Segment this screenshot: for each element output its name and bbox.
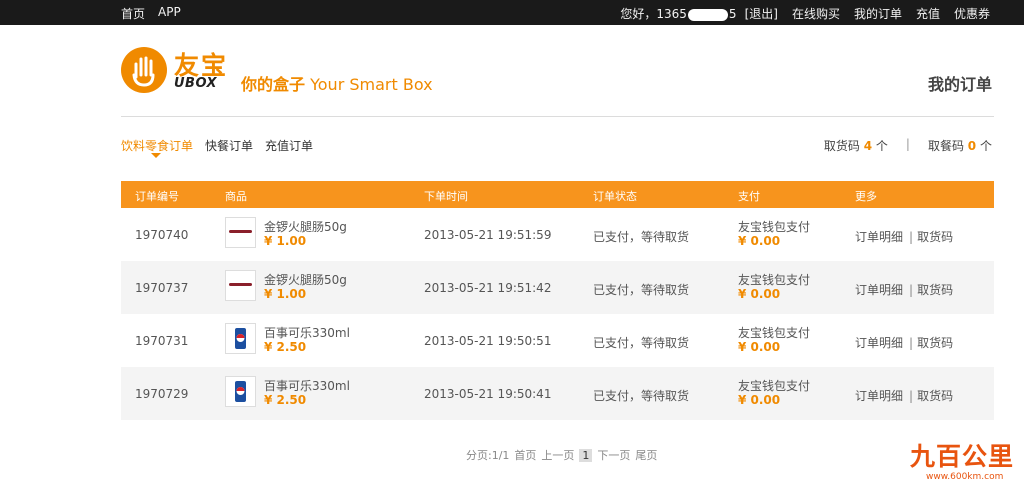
order-detail-link[interactable]: 订单明细 [855,389,903,403]
col-order-id: 订单编号 [135,190,179,203]
more-actions: 订单明细 | 取货码 [855,336,954,350]
next-page-link[interactable]: 下一页 [597,447,630,463]
payment-amount: ¥ 0.00 [738,393,781,407]
pickup-code-link[interactable]: 取货码 [917,389,953,403]
table-row: 1970740 金锣火腿肠50g ¥ 1.00 2013-05-21 19:51… [121,208,994,261]
product-price: ¥ 2.50 [264,393,307,407]
current-page[interactable]: 1 [579,448,593,462]
tab-recharge-orders[interactable]: 充值订单 [265,137,313,154]
pepsi-can-icon[interactable] [225,323,256,354]
brand-name-en: UBOX [174,76,218,91]
order-id: 1970740 [135,228,189,242]
more-actions: 订单明细 | 取货码 [855,230,954,244]
last-page-link[interactable]: 尾页 [635,447,657,463]
order-status: 已支付，等待取货 [593,230,690,244]
sausage-icon[interactable] [225,270,256,301]
orders-table-header: 订单编号 商品 下单时间 订单状态 支付 更多 [121,181,994,208]
table-row: 1970729 百事可乐330ml ¥ 2.50 2013-05-21 19:5… [121,367,994,420]
tab-snack-orders[interactable]: 饮料零食订单 [121,137,193,158]
code-counters: 取货码 4 个 | 取餐码 0 个 [824,137,992,154]
order-detail-link[interactable]: 订单明细 [855,230,903,244]
col-order-time: 下单时间 [424,190,468,203]
tab-fastfood-orders[interactable]: 快餐订单 [205,137,253,154]
watermark-url: www.600km.com [926,472,1004,482]
codes-separator: | [905,137,910,151]
pickup-code-link[interactable]: 取货码 [917,336,953,350]
order-tabs: 饮料零食订单 快餐订单 充值订单 [121,137,313,158]
order-id: 1970737 [135,281,189,295]
watermark-title: 九百公里 [910,442,1015,471]
order-time: 2013-05-21 19:50:51 [424,334,552,348]
meal-code-count[interactable]: 取餐码 0 个 [928,137,992,154]
order-id: 1970731 [135,334,189,348]
order-id: 1970729 [135,387,189,401]
user-greeting: 您好，1365 5 [620,7,737,21]
order-time: 2013-05-21 19:50:41 [424,387,552,401]
phone-mask [687,8,728,21]
pepsi-can-icon[interactable] [225,376,256,407]
page-info: 分页:1/1 [466,449,510,462]
order-status: 已支付，等待取货 [593,336,690,350]
product-price: ¥ 1.00 [264,287,307,301]
payment-method: 友宝钱包支付 [738,220,811,234]
top-bar: 首页 APP 您好，1365 5 [退出] 在线购买 我的订单 充值 优惠券 [0,0,1024,25]
ubox-hand-logo-icon[interactable] [121,47,167,93]
brand-tagline: 你的盒子 Your Smart Box [241,75,433,94]
table-row: 1970731 百事可乐330ml ¥ 2.50 2013-05-21 19:5… [121,314,994,367]
payment-method: 友宝钱包支付 [738,273,811,287]
page-title: 我的订单 [927,75,992,94]
active-tab-caret-icon [151,153,161,158]
payment-amount: ¥ 0.00 [738,287,781,301]
product-name[interactable]: 金锣火腿肠50g [264,271,347,288]
col-status: 订单状态 [593,190,637,203]
nav-app-link[interactable]: APP [158,5,181,22]
pickup-code-link[interactable]: 取货码 [917,283,953,297]
product-name[interactable]: 百事可乐330ml [264,377,350,394]
order-detail-link[interactable]: 订单明细 [855,336,903,350]
col-product: 商品 [225,190,247,203]
logout-link[interactable]: [退出] [745,5,778,22]
payment-method: 友宝钱包支付 [738,326,811,340]
product-price: ¥ 1.00 [264,234,307,248]
header-divider [121,116,994,117]
more-actions: 订单明细 | 取货码 [855,283,954,297]
payment-amount: ¥ 0.00 [738,340,781,354]
nav-coupons[interactable]: 优惠券 [954,5,990,22]
order-time: 2013-05-21 19:51:42 [424,281,552,295]
order-status: 已支付，等待取货 [593,389,690,403]
order-time: 2013-05-21 19:51:59 [424,228,552,242]
table-row: 1970737 金锣火腿肠50g ¥ 1.00 2013-05-21 19:51… [121,261,994,314]
watermark-logo: 九百公里 www.600km.com [898,437,1018,485]
nav-buy-online[interactable]: 在线购买 [792,5,840,22]
order-status: 已支付，等待取货 [593,283,690,297]
product-name[interactable]: 百事可乐330ml [264,324,350,341]
first-page-link[interactable]: 首页 [514,447,536,463]
col-payment: 支付 [738,190,760,203]
pickup-code-count[interactable]: 取货码 4 个 [824,137,888,154]
pickup-code-link[interactable]: 取货码 [917,230,953,244]
product-price: ¥ 2.50 [264,340,307,354]
pagination: 分页:1/1 首页 上一页 1 下一页 尾页 [466,447,657,463]
more-actions: 订单明细 | 取货码 [855,389,954,403]
col-more: 更多 [855,190,877,203]
product-name[interactable]: 金锣火腿肠50g [264,218,347,235]
prev-page-link[interactable]: 上一页 [541,447,574,463]
payment-method: 友宝钱包支付 [738,379,811,393]
sausage-icon[interactable] [225,217,256,248]
order-detail-link[interactable]: 订单明细 [855,283,903,297]
nav-home-link[interactable]: 首页 [121,5,145,22]
nav-recharge[interactable]: 充值 [916,5,940,22]
payment-amount: ¥ 0.00 [738,234,781,248]
nav-my-orders[interactable]: 我的订单 [854,5,902,22]
